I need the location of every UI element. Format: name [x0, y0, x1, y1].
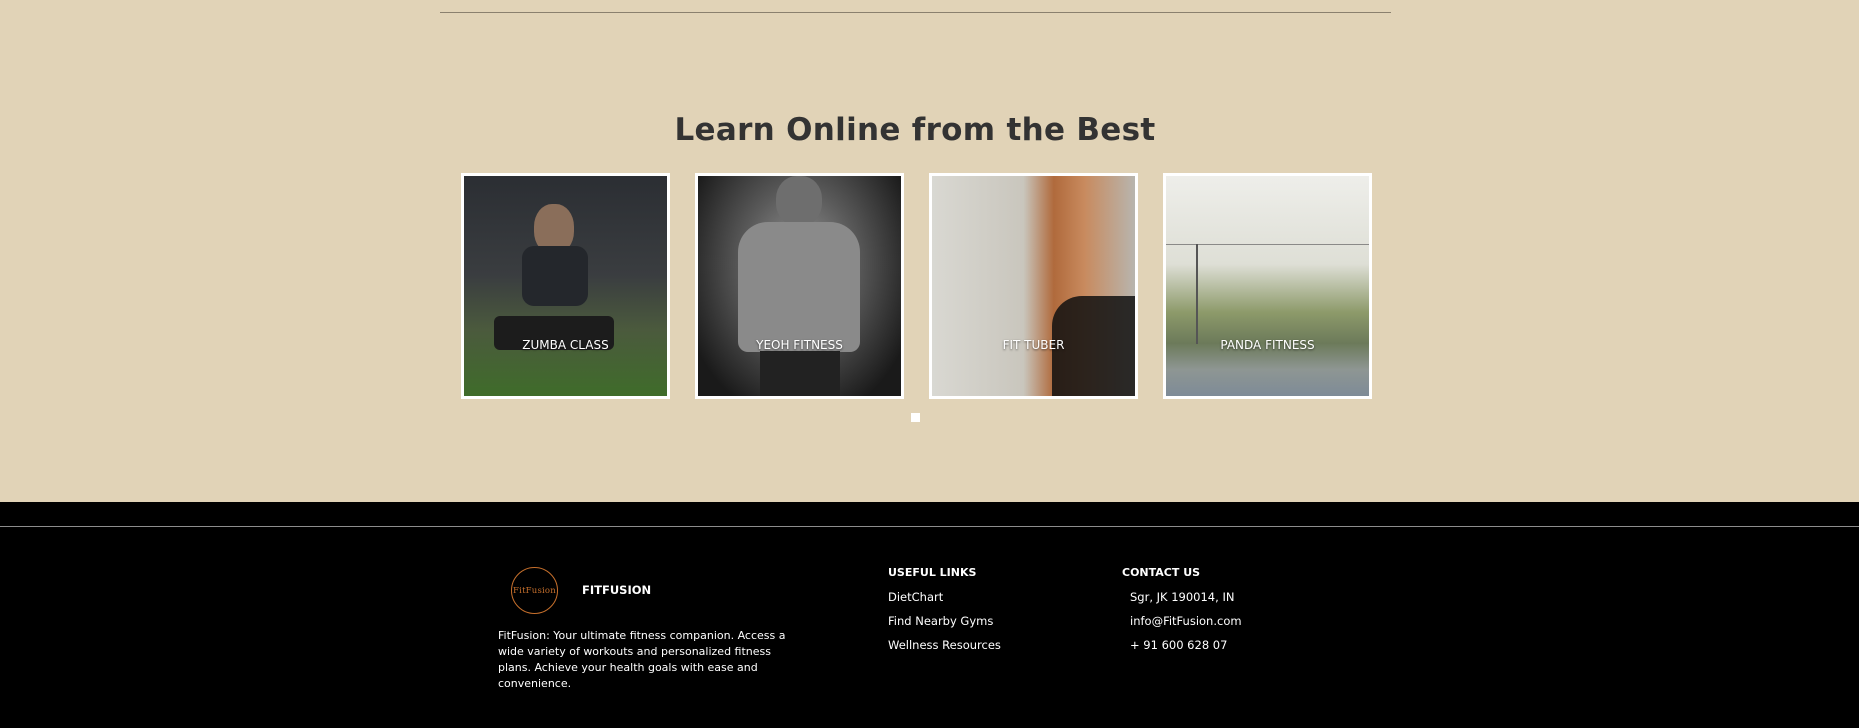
- link-find-nearby-gyms[interactable]: Find Nearby Gyms: [888, 614, 993, 628]
- brand-name: FITFUSION: [582, 583, 652, 597]
- carousel-pagination-dot[interactable]: [911, 413, 920, 422]
- top-divider: [440, 12, 1391, 13]
- trainer-photo: YEOH FITNESS: [698, 176, 901, 396]
- contact-email[interactable]: info@FitFusion.com: [1130, 614, 1242, 628]
- card-caption: FIT TUBER: [1002, 338, 1065, 352]
- contact-us-heading: CONTACT US: [1122, 566, 1201, 579]
- link-wellness-resources[interactable]: Wellness Resources: [888, 638, 1001, 652]
- useful-links-heading: USEFUL LINKS: [888, 566, 977, 579]
- fitfusion-logo[interactable]: FitFusion: [511, 567, 558, 614]
- card-caption: YEOH FITNESS: [756, 338, 843, 352]
- contact-address: Sgr, JK 190014, IN: [1130, 590, 1235, 604]
- trainer-card-zumba-class[interactable]: ZUMBA CLASS: [461, 173, 670, 399]
- section-title: Learn Online from the Best: [674, 112, 1156, 148]
- link-dietchart[interactable]: DietChart: [888, 590, 943, 604]
- logo-text: FitFusion: [513, 585, 556, 596]
- trainer-photo: ZUMBA CLASS: [464, 176, 667, 396]
- trainer-card-panda-fitness[interactable]: PANDA FITNESS: [1163, 173, 1372, 399]
- about-text: FitFusion: Your ultimate fitness compani…: [498, 629, 786, 690]
- footer-divider: [0, 526, 1859, 527]
- card-caption: PANDA FITNESS: [1220, 338, 1315, 352]
- contact-phone[interactable]: + 91 600 628 07: [1130, 638, 1227, 652]
- trainer-photo: PANDA FITNESS: [1166, 176, 1369, 396]
- trainer-card-yeoh-fitness[interactable]: YEOH FITNESS: [695, 173, 904, 399]
- site-footer: FitFusion FITFUSION FitFusion: Your ulti…: [0, 502, 1859, 728]
- trainer-card-fit-tuber[interactable]: FIT TUBER: [929, 173, 1138, 399]
- trainer-carousel: ZUMBA CLASS YEOH FITNESS FIT TUBER PANDA…: [461, 173, 1372, 399]
- trainer-photo: FIT TUBER: [932, 176, 1135, 396]
- card-caption: ZUMBA CLASS: [522, 338, 609, 352]
